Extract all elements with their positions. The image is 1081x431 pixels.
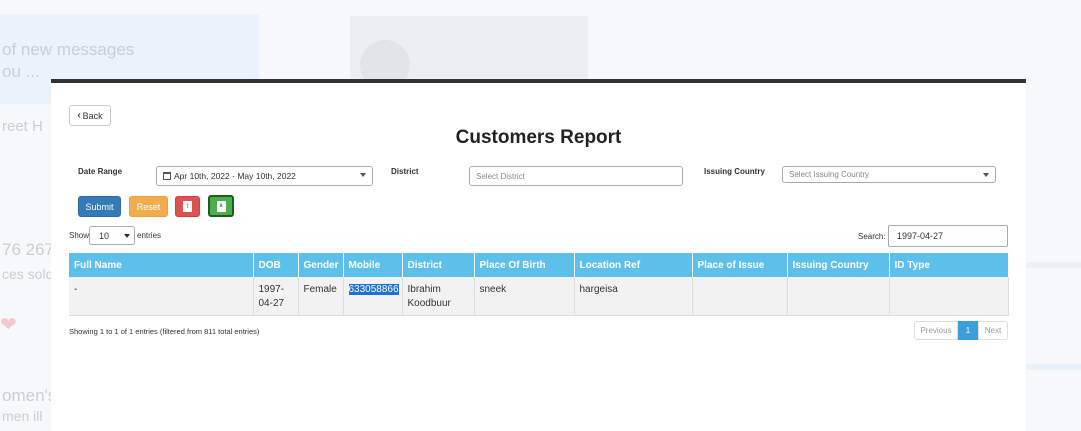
column-header-dob[interactable]: DOB [253,253,299,277]
table-info: Showing 1 to 1 of 1 entries (filtered fr… [69,327,260,336]
calendar-icon [163,172,171,180]
column-header-place-of-issue[interactable]: Place of Issue [692,253,788,277]
next-page-button[interactable]: Next [978,321,1008,340]
selected-mobile-text: 633058866 [348,284,399,295]
entries-per-page-select[interactable]: 10 [89,226,135,245]
background-text: ou ... [2,62,40,81]
background-text: omen's [2,386,57,405]
cell-district: Ibrahim Koodbuur [402,277,475,316]
district-select[interactable]: Select District [469,166,683,186]
column-header-location-ref[interactable]: Location Ref [574,253,693,277]
cell-issuing-country [787,277,890,316]
cell-place-of-birth: sneek [474,277,575,316]
issuing-country-label: Issuing Country [704,167,765,176]
column-header-mobile[interactable]: Mobile [343,253,403,277]
caret-down-icon [983,173,989,177]
back-button-label: Back [82,110,103,121]
show-label: Show [69,231,90,240]
column-header-issuing-country[interactable]: Issuing Country [787,253,890,277]
background-text: of new messages [2,40,135,59]
previous-page-button[interactable]: Previous [914,321,958,340]
submit-button[interactable]: Submit [78,196,121,217]
date-range-value: Apr 10th, 2022 - May 10th, 2022 [174,171,296,181]
search-label: Search: [858,232,886,241]
cell-dob-line: 04-27 [258,298,285,309]
background-text: 76 267 [2,240,54,259]
cell-location-ref: hargeisa [574,277,693,316]
district-placeholder: Select District [476,171,525,181]
search-input[interactable]: 1997-04-27 [888,225,1008,247]
back-button[interactable]: ‹ Back [69,105,111,126]
heart-icon: ❤ [0,314,17,336]
pagination: Previous 1 Next [914,321,1008,340]
column-header-full-name[interactable]: Full Name [69,253,254,277]
column-header-district[interactable]: District [402,253,475,277]
caret-down-icon [124,234,130,238]
background-divider [1026,364,1081,370]
column-header-gender[interactable]: Gender [298,253,344,277]
date-range-label: Date Range [78,167,123,176]
cell-id-type [889,277,1009,316]
cell-district-line: Koodbuur [407,298,451,309]
date-range-picker[interactable]: Apr 10th, 2022 - May 10th, 2022 [156,166,373,186]
table-row: - 1997- 04-27 Female 633058866 Ibrahim K… [69,277,1009,316]
reset-button[interactable]: Reset [129,196,168,217]
table-header-row: Full Name DOB Gender Mobile District Pla… [69,253,1009,277]
customers-table: Full Name DOB Gender Mobile District Pla… [69,253,1009,316]
export-pdf-button[interactable]: ⊺ [175,196,200,217]
caret-down-icon [360,173,366,177]
page-1-button[interactable]: 1 [958,321,978,340]
chevron-left-icon: ‹ [77,110,81,121]
cell-dob-line: 1997- [258,284,285,295]
entries-label: entries [137,231,162,240]
cell-mobile: 633058866 [343,277,403,316]
cell-full-name: - [69,277,254,316]
cell-gender: Female [298,277,344,316]
background-text: ces sold [2,266,54,282]
background-text: reet H [2,118,43,135]
column-header-place-of-birth[interactable]: Place Of Birth [474,253,575,277]
background-divider [1026,262,1081,268]
page-title: Customers Report [455,127,622,148]
column-header-id-type[interactable]: ID Type [889,253,1009,277]
customers-report-panel: ‹ Back Customers Report Date Range Apr 1… [51,79,1026,431]
district-label: District [391,167,419,176]
pdf-file-icon: ⊺ [183,201,192,212]
issuing-country-select[interactable]: Select Issuing Country [782,166,996,183]
background-text: men ill [2,408,43,424]
excel-file-icon: x [216,200,226,212]
cell-dob: 1997- 04-27 [253,277,299,316]
issuing-country-placeholder: Select Issuing Country [789,170,870,179]
export-excel-button[interactable]: x [208,195,234,217]
cell-place-of-issue [692,277,788,316]
entries-per-page-value: 10 [99,230,110,241]
cell-district-line: Ibrahim [407,284,441,295]
